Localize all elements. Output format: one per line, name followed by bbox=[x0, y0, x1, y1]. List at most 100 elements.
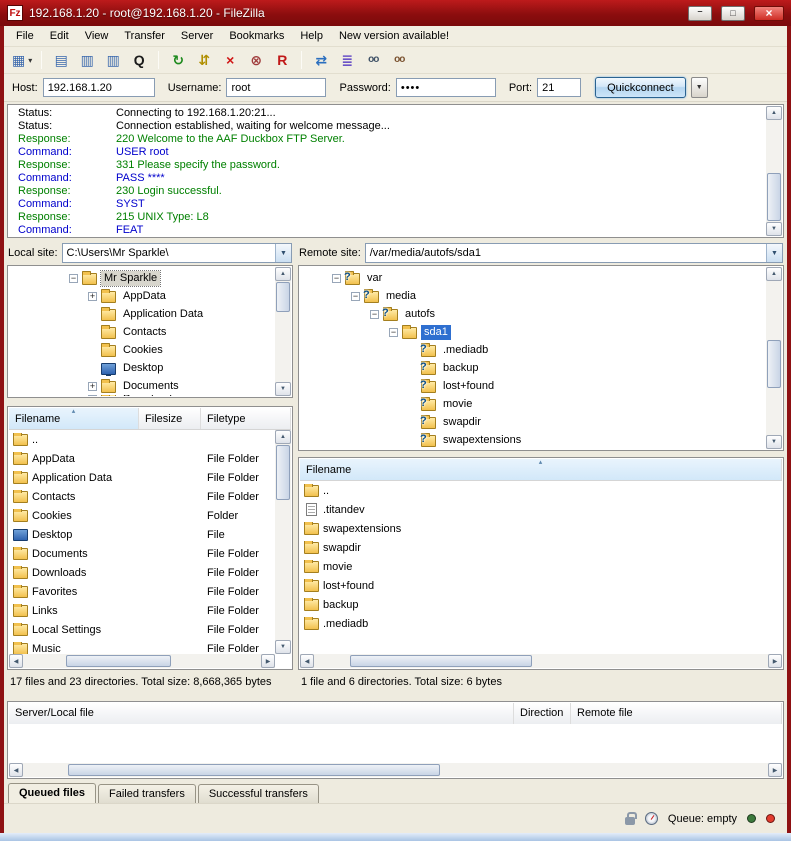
local-tree-scrollbar[interactable] bbox=[275, 267, 291, 396]
queue-body[interactable] bbox=[9, 724, 782, 763]
minimize-button[interactable] bbox=[688, 6, 712, 21]
scroll-right-button[interactable] bbox=[768, 654, 782, 668]
scrollbar-thumb[interactable] bbox=[66, 655, 171, 667]
scrollbar-track[interactable] bbox=[766, 120, 782, 222]
scroll-up-button[interactable] bbox=[766, 267, 782, 281]
column-header-filesize[interactable]: Filesize bbox=[139, 408, 201, 429]
chevron-down-icon[interactable] bbox=[275, 244, 291, 262]
file-row-backup[interactable]: backup bbox=[300, 595, 782, 614]
file-row-swapdir[interactable]: swapdir bbox=[300, 538, 782, 557]
tree-item-movie[interactable]: movie bbox=[300, 395, 765, 413]
expand-icon[interactable]: + bbox=[88, 292, 97, 301]
scroll-left-button[interactable] bbox=[9, 763, 23, 777]
scroll-down-button[interactable] bbox=[766, 222, 782, 236]
tab-failed-transfers[interactable]: Failed transfers bbox=[98, 784, 196, 803]
tree-item-var[interactable]: −var bbox=[300, 269, 765, 287]
file-row-titandev[interactable]: .titandev bbox=[300, 500, 782, 519]
scroll-left-button[interactable] bbox=[300, 654, 314, 668]
collapse-icon[interactable]: − bbox=[351, 292, 360, 301]
queue-toggle-button[interactable]: Q bbox=[127, 49, 151, 71]
remote-list-hscrollbar[interactable] bbox=[300, 654, 782, 668]
menu-item-bookmarks[interactable]: Bookmarks bbox=[221, 27, 292, 45]
speed-limits-icon[interactable] bbox=[645, 812, 658, 825]
scroll-down-button[interactable] bbox=[275, 640, 291, 654]
file-row-desktop[interactable]: DesktopFile bbox=[9, 525, 275, 544]
collapse-icon[interactable]: − bbox=[69, 274, 78, 283]
site-manager-dropdown-icon[interactable] bbox=[28, 56, 32, 65]
tree-item-cookies[interactable]: Cookies bbox=[9, 341, 274, 359]
process-queue-button[interactable]: ⇵ bbox=[192, 49, 216, 71]
scrollbar-track[interactable] bbox=[275, 281, 291, 382]
file-row-local-settings[interactable]: Local SettingsFile Folder bbox=[9, 620, 275, 639]
refresh-button[interactable]: ↻ bbox=[166, 49, 190, 71]
log-scrollbar[interactable] bbox=[766, 106, 782, 236]
search-button[interactable]: oo bbox=[387, 49, 411, 71]
scrollbar-track[interactable] bbox=[275, 444, 291, 640]
local-tree-splitter[interactable] bbox=[7, 398, 293, 406]
directory-comparison-button[interactable]: ≣ bbox=[335, 49, 359, 71]
tree-item-backup[interactable]: backup bbox=[300, 359, 765, 377]
collapse-icon[interactable]: − bbox=[332, 274, 341, 283]
scroll-down-button[interactable] bbox=[766, 435, 782, 449]
column-header-filename[interactable]: ▴Filename bbox=[300, 459, 782, 480]
tree-item-mediadb[interactable]: .mediadb bbox=[300, 341, 765, 359]
site-manager-button[interactable]: ▦ bbox=[10, 49, 34, 71]
file-row-documents[interactable]: DocumentsFile Folder bbox=[9, 544, 275, 563]
chevron-down-icon[interactable] bbox=[766, 244, 782, 262]
message-log-toggle-button[interactable]: ▤ bbox=[49, 49, 73, 71]
menu-item-help[interactable]: Help bbox=[292, 27, 331, 45]
scroll-left-button[interactable] bbox=[9, 654, 23, 668]
tree-item-desktop[interactable]: Desktop bbox=[9, 359, 274, 377]
file-row-item[interactable]: .. bbox=[9, 430, 275, 449]
scrollbar-track[interactable] bbox=[23, 654, 261, 668]
tree-item-application-data[interactable]: Application Data bbox=[9, 305, 274, 323]
tree-item-swapextensions[interactable]: swapextensions bbox=[300, 431, 765, 449]
menu-item-new-version-available[interactable]: New version available! bbox=[331, 27, 457, 45]
menu-item-transfer[interactable]: Transfer bbox=[116, 27, 173, 45]
cancel-button[interactable]: × bbox=[218, 49, 242, 71]
local-list-scrollbar[interactable] bbox=[275, 430, 291, 654]
scroll-up-button[interactable] bbox=[275, 430, 291, 444]
title-bar[interactable]: Fz 192.168.1.20 - root@192.168.1.20 - Fi… bbox=[0, 0, 791, 26]
close-button[interactable] bbox=[754, 6, 784, 21]
file-row-application-data[interactable]: Application DataFile Folder bbox=[9, 468, 275, 487]
queue-column-header-remote-file[interactable]: Remote file bbox=[571, 703, 782, 724]
file-row-music[interactable]: MusicFile Folder bbox=[9, 639, 275, 654]
disconnect-button[interactable]: ⊗ bbox=[244, 49, 268, 71]
tree-item-mr-sparkle[interactable]: −Mr Sparkle bbox=[9, 269, 274, 287]
file-row-lost-found[interactable]: lost+found bbox=[300, 576, 782, 595]
synchronized-browsing-button[interactable]: ⇄ bbox=[309, 49, 333, 71]
queue-hscrollbar[interactable] bbox=[9, 763, 782, 777]
file-row-movie[interactable]: movie bbox=[300, 557, 782, 576]
tree-item-contacts[interactable]: Contacts bbox=[9, 323, 274, 341]
scrollbar-thumb[interactable] bbox=[276, 445, 290, 500]
file-row-favorites[interactable]: FavoritesFile Folder bbox=[9, 582, 275, 601]
scroll-right-button[interactable] bbox=[261, 654, 275, 668]
queue-column-header-direction[interactable]: Direction bbox=[514, 703, 571, 724]
tree-item-lost-found[interactable]: lost+found bbox=[300, 377, 765, 395]
host-input[interactable] bbox=[43, 78, 155, 97]
quickconnect-dropdown-button[interactable] bbox=[691, 77, 708, 98]
maximize-button[interactable] bbox=[721, 6, 745, 21]
collapse-icon[interactable]: − bbox=[389, 328, 398, 337]
scrollbar-thumb[interactable] bbox=[276, 282, 290, 312]
menu-item-view[interactable]: View bbox=[77, 27, 117, 45]
file-row-item[interactable]: .. bbox=[300, 481, 782, 500]
password-input[interactable] bbox=[396, 78, 496, 97]
tab-successful-transfers[interactable]: Successful transfers bbox=[198, 784, 319, 803]
scroll-up-button[interactable] bbox=[275, 267, 291, 281]
column-header-filetype[interactable]: Filetype bbox=[201, 408, 291, 429]
scrollbar-track[interactable] bbox=[23, 763, 768, 777]
tree-item-sda1[interactable]: −sda1 bbox=[300, 323, 765, 341]
scroll-down-button[interactable] bbox=[275, 382, 291, 396]
remote-site-combo[interactable]: /var/media/autofs/sda1 bbox=[365, 243, 783, 263]
scrollbar-thumb[interactable] bbox=[68, 764, 441, 776]
file-row-appdata[interactable]: AppDataFile Folder bbox=[9, 449, 275, 468]
collapse-icon[interactable]: − bbox=[370, 310, 379, 319]
remote-tree-toggle-button[interactable]: ▥ bbox=[101, 49, 125, 71]
tree-item-swapdir[interactable]: swapdir bbox=[300, 413, 765, 431]
scrollbar-thumb[interactable] bbox=[767, 173, 781, 221]
menu-item-file[interactable]: File bbox=[8, 27, 42, 45]
local-list-hscrollbar[interactable] bbox=[9, 654, 275, 668]
tab-queued-files[interactable]: Queued files bbox=[8, 783, 96, 803]
